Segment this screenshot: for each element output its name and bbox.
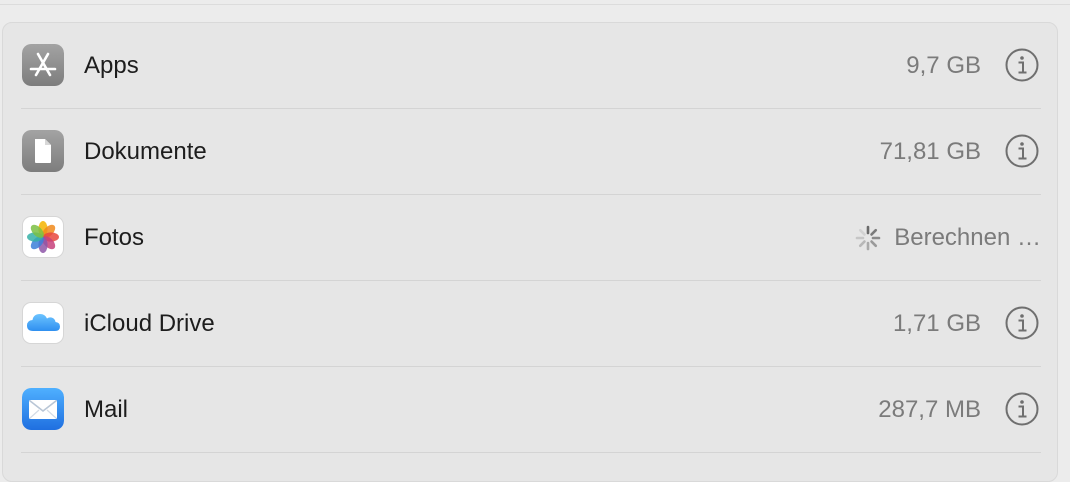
info-icon[interactable] <box>1005 392 1039 426</box>
spinner-icon <box>854 224 882 252</box>
row-size: 9,7 GB <box>906 52 981 79</box>
row-label: iCloud Drive <box>84 310 215 337</box>
row-size: 1,71 GB <box>892 310 981 337</box>
row-label: Dokumente <box>84 138 207 165</box>
info-icon[interactable] <box>1005 48 1039 82</box>
storage-row-dokumente[interactable]: Dokumente 71,81 GB <box>21 109 1041 195</box>
storage-row-apps[interactable]: Apps 9,7 GB <box>21 23 1041 109</box>
document-icon <box>22 130 64 172</box>
row-label: Apps <box>84 52 139 79</box>
top-strip <box>0 0 1070 22</box>
top-divider <box>0 0 1070 5</box>
photos-icon <box>22 216 64 258</box>
info-icon[interactable] <box>1005 134 1039 168</box>
mail-icon <box>22 388 64 430</box>
info-icon[interactable] <box>1005 306 1039 340</box>
calculating-status: Berechnen … <box>854 224 1041 252</box>
row-size: 71,81 GB <box>879 138 981 165</box>
storage-row-fotos[interactable]: Fotos Berechnen … <box>21 195 1041 281</box>
row-label: Fotos <box>84 224 145 251</box>
row-label: Mail <box>84 396 129 423</box>
row-divider <box>21 452 1041 453</box>
app-store-icon <box>22 44 64 86</box>
storage-row-icloud-drive[interactable]: iCloud Drive 1,71 GB <box>21 281 1041 367</box>
calculating-text: Berechnen … <box>894 224 1041 251</box>
storage-list: Apps 9,7 GB Dokumente 71,81 GB Fotos Ber… <box>2 22 1058 482</box>
row-size: 287,7 MB <box>878 396 981 423</box>
storage-row-mail[interactable]: Mail 287,7 MB <box>21 367 1041 453</box>
icloud-icon <box>22 302 64 344</box>
